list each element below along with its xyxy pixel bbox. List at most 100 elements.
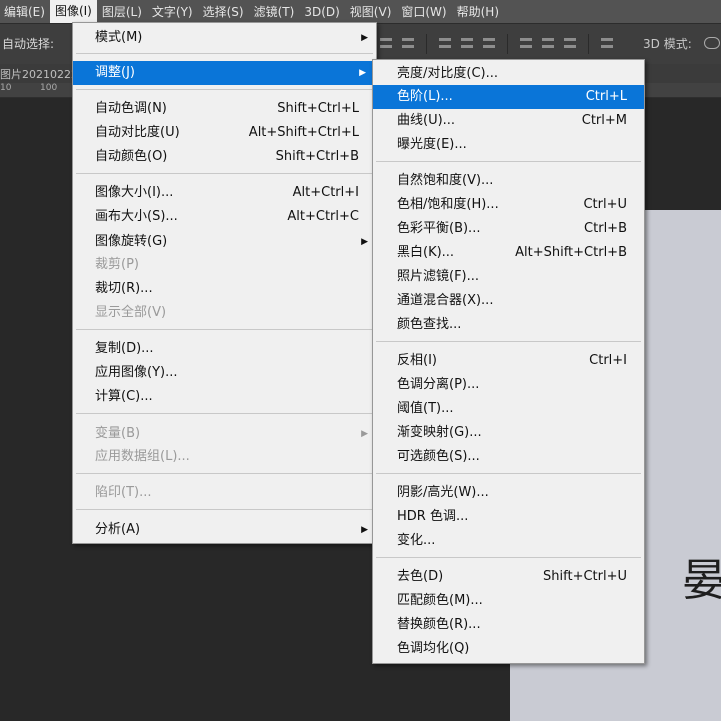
align-icon[interactable] (481, 34, 497, 52)
menu-item-label: 照片滤镜(F)... (397, 269, 480, 284)
menu-item-label: 自然饱和度(V)... (397, 173, 494, 188)
distribute-icon[interactable] (562, 34, 578, 52)
menu-layer[interactable]: 图层(L) (97, 3, 147, 20)
menu-item-hue-saturation[interactable]: 色相/饱和度(H)... Ctrl+U (373, 193, 644, 217)
menu-divider (76, 413, 373, 414)
menu-item-vibrance[interactable]: 自然饱和度(V)... (373, 169, 644, 193)
menu-image[interactable]: 图像(I) (49, 0, 97, 23)
menu-item-adjustments-highlight[interactable]: 调整(J) ▶ (73, 61, 374, 85)
menu-divider (376, 341, 641, 342)
menu-item-mode[interactable]: 模式(M) ▶ (73, 26, 376, 50)
menu-item-image-size[interactable]: 图像大小(I)... Alt+Ctrl+I (73, 181, 376, 205)
align-icon[interactable] (459, 34, 475, 52)
menu-item-black-white[interactable]: 黑白(K)... Alt+Shift+Ctrl+B (373, 241, 644, 265)
3d-orbit-icon[interactable] (704, 37, 720, 49)
menu-item-shortcut: Ctrl+M (581, 113, 627, 128)
menu-item-threshold[interactable]: 阈值(T)... (373, 397, 644, 421)
align-icon[interactable] (400, 34, 416, 52)
menu-item-label: 裁切(R)... (95, 281, 153, 296)
menu-item-label: 阈值(T)... (397, 401, 454, 416)
menu-item-label: 图像旋转(G) (95, 234, 168, 249)
menu-item-shortcut: Ctrl+U (583, 197, 627, 212)
menu-3d[interactable]: 3D(D) (299, 5, 344, 19)
menu-item-shortcut: Alt+Shift+Ctrl+L (248, 125, 359, 140)
menu-item-label: 分析(A) (95, 522, 141, 537)
menu-item-shadows-highlights[interactable]: 阴影/高光(W)... (373, 481, 644, 505)
menu-item-posterize[interactable]: 色调分离(P)... (373, 373, 644, 397)
menu-divider (76, 329, 373, 330)
menu-item-apply-image[interactable]: 应用图像(Y)... (73, 361, 376, 385)
menu-item-label: 陷印(T)... (95, 485, 152, 500)
menu-view[interactable]: 视图(V) (345, 3, 397, 20)
menu-item-photo-filter[interactable]: 照片滤镜(F)... (373, 265, 644, 289)
menu-edit[interactable]: 编辑(E) (0, 3, 50, 20)
align-icon[interactable] (378, 34, 394, 52)
distribute-icon[interactable] (540, 34, 556, 52)
divider (507, 34, 508, 54)
submenu-arrow-icon: ▶ (361, 33, 368, 43)
menu-item-equalize[interactable]: 色调均化(Q) (373, 637, 644, 661)
menu-item-levels[interactable]: 色阶(L)... Ctrl+L (373, 85, 644, 109)
menu-item-match-color[interactable]: 匹配颜色(M)... (373, 589, 644, 613)
menu-item-gradient-map[interactable]: 渐变映射(G)... (373, 421, 644, 445)
menu-item-color-lookup[interactable]: 颜色查找... (373, 313, 644, 337)
menu-divider (76, 509, 373, 510)
menu-item-shortcut: Shift+Ctrl+L (277, 101, 359, 116)
menu-item-label: 图像大小(I)... (95, 185, 174, 200)
distribute-icon[interactable] (599, 34, 615, 52)
menu-item-variations[interactable]: 变化... (373, 529, 644, 553)
menu-item-replace-color[interactable]: 替换颜色(R)... (373, 613, 644, 637)
menu-item-label: 渐变映射(G)... (397, 425, 482, 440)
menu-item-label: 曝光度(E)... (397, 137, 467, 152)
menu-item-label: 画布大小(S)... (95, 209, 178, 224)
menu-item-desaturate[interactable]: 去色(D) Shift+Ctrl+U (373, 565, 644, 589)
menu-item-image-rotation[interactable]: 图像旋转(G) ▶ (73, 230, 376, 254)
menu-item-shortcut: Ctrl+L (585, 89, 627, 104)
menu-item-label: 去色(D) (397, 569, 444, 584)
menu-item-label: 亮度/对比度(C)... (397, 66, 498, 81)
menu-item-label: 黑白(K)... (397, 245, 455, 260)
menu-item-label: 显示全部(V) (95, 305, 167, 320)
menu-item-duplicate[interactable]: 复制(D)... (73, 337, 376, 361)
menu-help[interactable]: 帮助(H) (452, 3, 504, 20)
submenu-arrow-icon: ▶ (359, 68, 366, 78)
menu-item-auto-tone[interactable]: 自动色调(N) Shift+Ctrl+L (73, 97, 376, 121)
menu-item-trap: 陷印(T)... (73, 481, 376, 505)
menu-type[interactable]: 文字(Y) (147, 3, 198, 20)
menu-item-apply-data-set: 应用数据组(L)... (73, 445, 376, 469)
menu-bar: 编辑(E) 图像(I) 图层(L) 文字(Y) 选择(S) 滤镜(T) 3D(D… (0, 0, 721, 23)
menu-item-label: 曲线(U)... (397, 113, 456, 128)
menu-item-analysis[interactable]: 分析(A) ▶ (73, 518, 376, 542)
menu-item-label: 计算(C)... (95, 389, 153, 404)
menu-item-label: 阴影/高光(W)... (397, 485, 489, 500)
menu-item-trim[interactable]: 裁切(R)... (73, 277, 376, 301)
menu-item-canvas-size[interactable]: 画布大小(S)... Alt+Ctrl+C (73, 205, 376, 229)
divider (426, 34, 427, 54)
menu-item-color-balance[interactable]: 色彩平衡(B)... Ctrl+B (373, 217, 644, 241)
submenu-arrow-icon: ▶ (361, 525, 368, 535)
menu-item-calculations[interactable]: 计算(C)... (73, 385, 376, 409)
menu-item-exposure[interactable]: 曝光度(E)... (373, 133, 644, 157)
menu-item-curves[interactable]: 曲线(U)... Ctrl+M (373, 109, 644, 133)
menu-item-reveal-all: 显示全部(V) (73, 301, 376, 325)
image-menu: 模式(M) ▶ 调整(J) ▶ 自动色调(N) Shift+Ctrl+L 自动对… (72, 22, 377, 544)
menu-item-invert[interactable]: 反相(I) Ctrl+I (373, 349, 644, 373)
menu-item-channel-mixer[interactable]: 通道混合器(X)... (373, 289, 644, 313)
ruler-tick: 10 (0, 83, 12, 93)
menu-window[interactable]: 窗口(W) (396, 3, 451, 20)
menu-item-shortcut: Shift+Ctrl+B (275, 149, 359, 164)
menu-item-hdr-toning[interactable]: HDR 色调... (373, 505, 644, 529)
auto-select-label: 自动选择: (2, 37, 55, 51)
menu-item-auto-contrast[interactable]: 自动对比度(U) Alt+Shift+Ctrl+L (73, 121, 376, 145)
menu-item-selective-color[interactable]: 可选颜色(S)... (373, 445, 644, 469)
menu-select[interactable]: 选择(S) (198, 3, 249, 20)
menu-item-shortcut: Ctrl+B (584, 221, 627, 236)
align-icon[interactable] (437, 34, 453, 52)
menu-item-brightness-contrast[interactable]: 亮度/对比度(C)... (373, 62, 644, 86)
menu-item-label: 模式(M) (95, 30, 143, 45)
document-tab[interactable]: 图片20210222 (0, 66, 78, 82)
3d-mode-label: 3D 模式: (643, 37, 692, 51)
distribute-icon[interactable] (518, 34, 534, 52)
menu-item-auto-color[interactable]: 自动颜色(O) Shift+Ctrl+B (73, 145, 376, 169)
menu-filter[interactable]: 滤镜(T) (249, 3, 300, 20)
